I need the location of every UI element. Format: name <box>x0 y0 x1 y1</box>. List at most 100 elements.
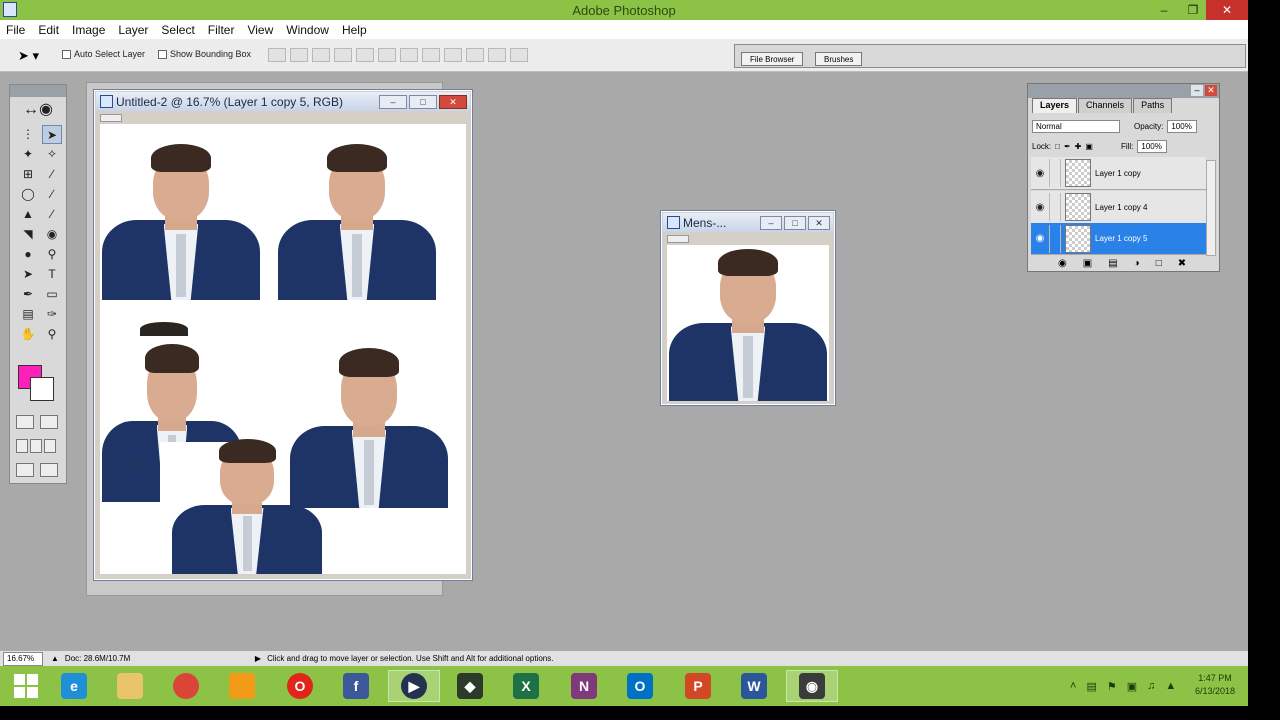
volume-icon[interactable]: ♫ <box>1147 680 1155 692</box>
menu-view[interactable]: View <box>247 23 273 37</box>
screen-mode-3-icon[interactable] <box>44 439 56 453</box>
align-bottom-icon[interactable] <box>312 48 330 62</box>
slice-tool-icon[interactable]: ∕ <box>42 165 62 184</box>
menu-select[interactable]: Select <box>161 23 194 37</box>
show-bounding-box[interactable] <box>158 49 167 59</box>
path-select-icon[interactable]: ➤ <box>18 265 38 284</box>
distribute-bottom-icon[interactable] <box>444 48 462 62</box>
blur-tool-icon[interactable]: ● <box>18 245 38 264</box>
flag-icon[interactable]: ⚑ <box>1107 680 1117 693</box>
taskbar-photoshop[interactable]: ◉ <box>786 670 838 702</box>
auto-select-box[interactable] <box>62 49 71 59</box>
taskbar-media-player[interactable]: ▶ <box>388 670 440 702</box>
new-layer-icon[interactable]: □ <box>1156 258 1162 269</box>
taskbar-file-explorer[interactable] <box>104 670 156 702</box>
system-clock[interactable]: 1:47 PM 6/13/2018 <box>1185 672 1245 698</box>
taskbar-opera[interactable]: O <box>274 670 326 702</box>
menu-filter[interactable]: Filter <box>208 23 235 37</box>
small-document-title-bar[interactable]: Mens-... – □ ✕ <box>663 213 833 232</box>
eyedropper-icon[interactable]: ✑ <box>42 305 62 324</box>
monitor-icon[interactable]: ▣ <box>1127 680 1137 693</box>
standard-mode-icon[interactable] <box>16 415 34 429</box>
dodge-tool-icon[interactable]: ⚲ <box>42 245 62 264</box>
visibility-eye-icon[interactable]: ◉ <box>1031 168 1049 179</box>
layers-minimize-button[interactable]: – <box>1191 85 1203 96</box>
lock-pixels-icon[interactable]: ✒ <box>1064 142 1071 151</box>
type-tool-icon[interactable]: T <box>42 265 62 284</box>
jump-to-app-icon[interactable] <box>40 463 58 477</box>
menu-edit[interactable]: Edit <box>38 23 59 37</box>
history-brush-icon[interactable]: ∕ <box>42 205 62 224</box>
taskbar-internet-explorer[interactable]: e <box>48 670 100 702</box>
healing-brush-icon[interactable]: ◯ <box>18 185 38 204</box>
distribute-left-icon[interactable] <box>466 48 484 62</box>
status-arrow-icon[interactable]: ▶ <box>255 654 261 663</box>
taskbar-uc-browser[interactable] <box>216 670 268 702</box>
adobe-logo-icon[interactable]: ↔◉ <box>12 97 64 121</box>
layer-link-cell[interactable] <box>1049 193 1061 221</box>
align-left-icon[interactable] <box>334 48 352 62</box>
small-doc-close-button[interactable]: ✕ <box>808 216 830 230</box>
visibility-eye-icon[interactable]: ◉ <box>1031 202 1049 213</box>
blend-mode-select[interactable]: Normal <box>1032 120 1120 133</box>
layer-row[interactable]: ◉ Layer 1 copy 4 <box>1031 191 1206 224</box>
menu-image[interactable]: Image <box>72 23 105 37</box>
distribute-vcenter-icon[interactable] <box>422 48 440 62</box>
layer-style-icon[interactable]: ◉ <box>1058 258 1067 269</box>
layers-close-button[interactable]: ✕ <box>1205 85 1217 96</box>
tab-paths[interactable]: Paths <box>1133 98 1173 113</box>
crop-tool-icon[interactable]: ⊞ <box>18 165 38 184</box>
layer-brush-cell[interactable] <box>1049 224 1061 253</box>
lasso-tool-icon[interactable]: ✦ <box>18 145 38 164</box>
zoom-level[interactable]: 16.67% <box>3 651 43 666</box>
notes-tool-icon[interactable]: ▤ <box>18 305 38 324</box>
move-tool-icon-box[interactable]: ➤ <box>42 125 62 144</box>
restore-button[interactable]: ❐ <box>1179 0 1207 20</box>
move-tool-icon[interactable]: ➤ ▾ <box>18 48 39 64</box>
brush-tool-icon[interactable]: ∕ <box>42 185 62 204</box>
fill-input[interactable]: 100% <box>1137 140 1168 153</box>
menu-layer[interactable]: Layer <box>118 23 148 37</box>
taskbar-word[interactable]: W <box>728 670 780 702</box>
show-bounding-checkbox[interactable]: Show Bounding Box <box>158 49 251 59</box>
stamp-tool-icon[interactable]: ▲ <box>18 205 38 224</box>
adjustment-layer-icon[interactable]: ◑ <box>1134 258 1140 269</box>
doc-maximize-button[interactable]: □ <box>409 95 437 109</box>
portrait-layer[interactable] <box>102 134 260 300</box>
wifi-icon[interactable]: ▲ <box>1165 680 1176 692</box>
small-doc-minimize-button[interactable]: – <box>760 216 782 230</box>
document-title-bar[interactable]: Untitled-2 @ 16.7% (Layer 1 copy 5, RGB)… <box>96 92 470 111</box>
canvas[interactable]: ▷ <box>100 124 466 574</box>
taskbar-onenote[interactable]: N <box>558 670 610 702</box>
lock-transparency-icon[interactable]: □ <box>1055 142 1060 151</box>
background-color-swatch[interactable] <box>30 377 54 401</box>
paint-bucket-icon[interactable]: ◉ <box>42 225 62 244</box>
jump-to-imageready-icon[interactable] <box>16 463 34 477</box>
menu-help[interactable]: Help <box>342 23 367 37</box>
screen-mode-2-icon[interactable] <box>30 439 42 453</box>
zoom-tool-icon[interactable]: ⚲ <box>42 325 62 344</box>
close-button[interactable]: ✕ <box>1206 0 1248 20</box>
taskbar-chrome[interactable] <box>160 670 212 702</box>
start-button[interactable] <box>0 670 52 702</box>
tab-brushes[interactable]: Brushes <box>815 52 863 66</box>
delete-layer-icon[interactable]: ✖ <box>1178 258 1186 269</box>
align-right-icon[interactable] <box>378 48 396 62</box>
shape-tool-icon[interactable]: ▭ <box>42 285 62 304</box>
tab-channels[interactable]: Channels <box>1078 98 1133 113</box>
doc-close-button[interactable]: ✕ <box>439 95 467 109</box>
eraser-tool-icon[interactable]: ◥ <box>18 225 38 244</box>
layer-row[interactable]: ◉ Layer 1 copy <box>1031 157 1206 190</box>
align-vcenter-icon[interactable] <box>290 48 308 62</box>
menu-window[interactable]: Window <box>286 23 329 37</box>
portrait-layer-selected[interactable] <box>172 430 322 574</box>
distribute-right-icon[interactable] <box>510 48 528 62</box>
align-top-icon[interactable] <box>268 48 286 62</box>
document-window-main[interactable]: Untitled-2 @ 16.7% (Layer 1 copy 5, RGB)… <box>93 89 473 581</box>
tab-layers[interactable]: Layers <box>1032 98 1078 113</box>
taskbar-excel[interactable]: X <box>500 670 552 702</box>
hand-tool-icon[interactable]: ✋ <box>18 325 38 344</box>
document-window-small[interactable]: Mens-... – □ ✕ <box>660 210 836 406</box>
layer-row-selected[interactable]: ◉ Layer 1 copy 5 <box>1031 223 1206 255</box>
taskbar-photoshop-alt[interactable]: ◆ <box>444 670 496 702</box>
